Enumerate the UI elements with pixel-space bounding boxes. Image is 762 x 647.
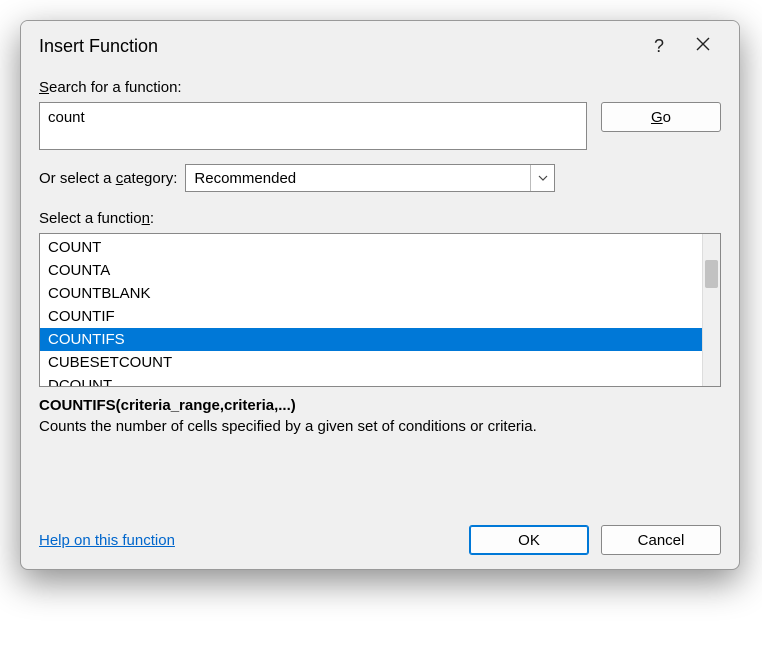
close-icon — [695, 36, 711, 57]
category-select[interactable]: Recommended — [185, 164, 555, 192]
list-item[interactable]: DCOUNT — [40, 374, 702, 386]
list-item[interactable]: COUNTBLANK — [40, 282, 702, 305]
list-item[interactable]: COUNT — [40, 236, 702, 259]
category-label: Or select a category: — [39, 170, 177, 187]
go-button[interactable]: Go — [601, 102, 721, 132]
dialog-title: Insert Function — [39, 36, 158, 57]
search-label: Search for a function: — [39, 79, 721, 96]
function-syntax: COUNTIFS(criteria_range,criteria,...) — [39, 397, 721, 414]
help-link[interactable]: Help on this function — [39, 532, 175, 549]
select-function-label: Select a function: — [39, 210, 721, 227]
list-item[interactable]: CUBESETCOUNT — [40, 351, 702, 374]
list-item[interactable]: COUNTIFS — [40, 328, 702, 351]
ok-button[interactable]: OK — [469, 525, 589, 555]
insert-function-dialog: Insert Function ? Search for a function:… — [20, 20, 740, 570]
list-item[interactable]: COUNTA — [40, 259, 702, 282]
function-listbox[interactable]: COUNTCOUNTACOUNTBLANKCOUNTIFCOUNTIFSCUBE… — [39, 233, 721, 387]
titlebar: Insert Function ? — [21, 21, 739, 71]
help-button[interactable]: ? — [637, 31, 681, 61]
scrollbar[interactable] — [702, 234, 720, 386]
list-item[interactable]: COUNTIF — [40, 305, 702, 328]
close-button[interactable] — [681, 31, 725, 61]
cancel-button[interactable]: Cancel — [601, 525, 721, 555]
function-description: Counts the number of cells specified by … — [39, 418, 721, 435]
help-icon: ? — [654, 36, 664, 57]
search-input[interactable] — [39, 102, 587, 150]
scrollbar-thumb[interactable] — [705, 260, 718, 288]
